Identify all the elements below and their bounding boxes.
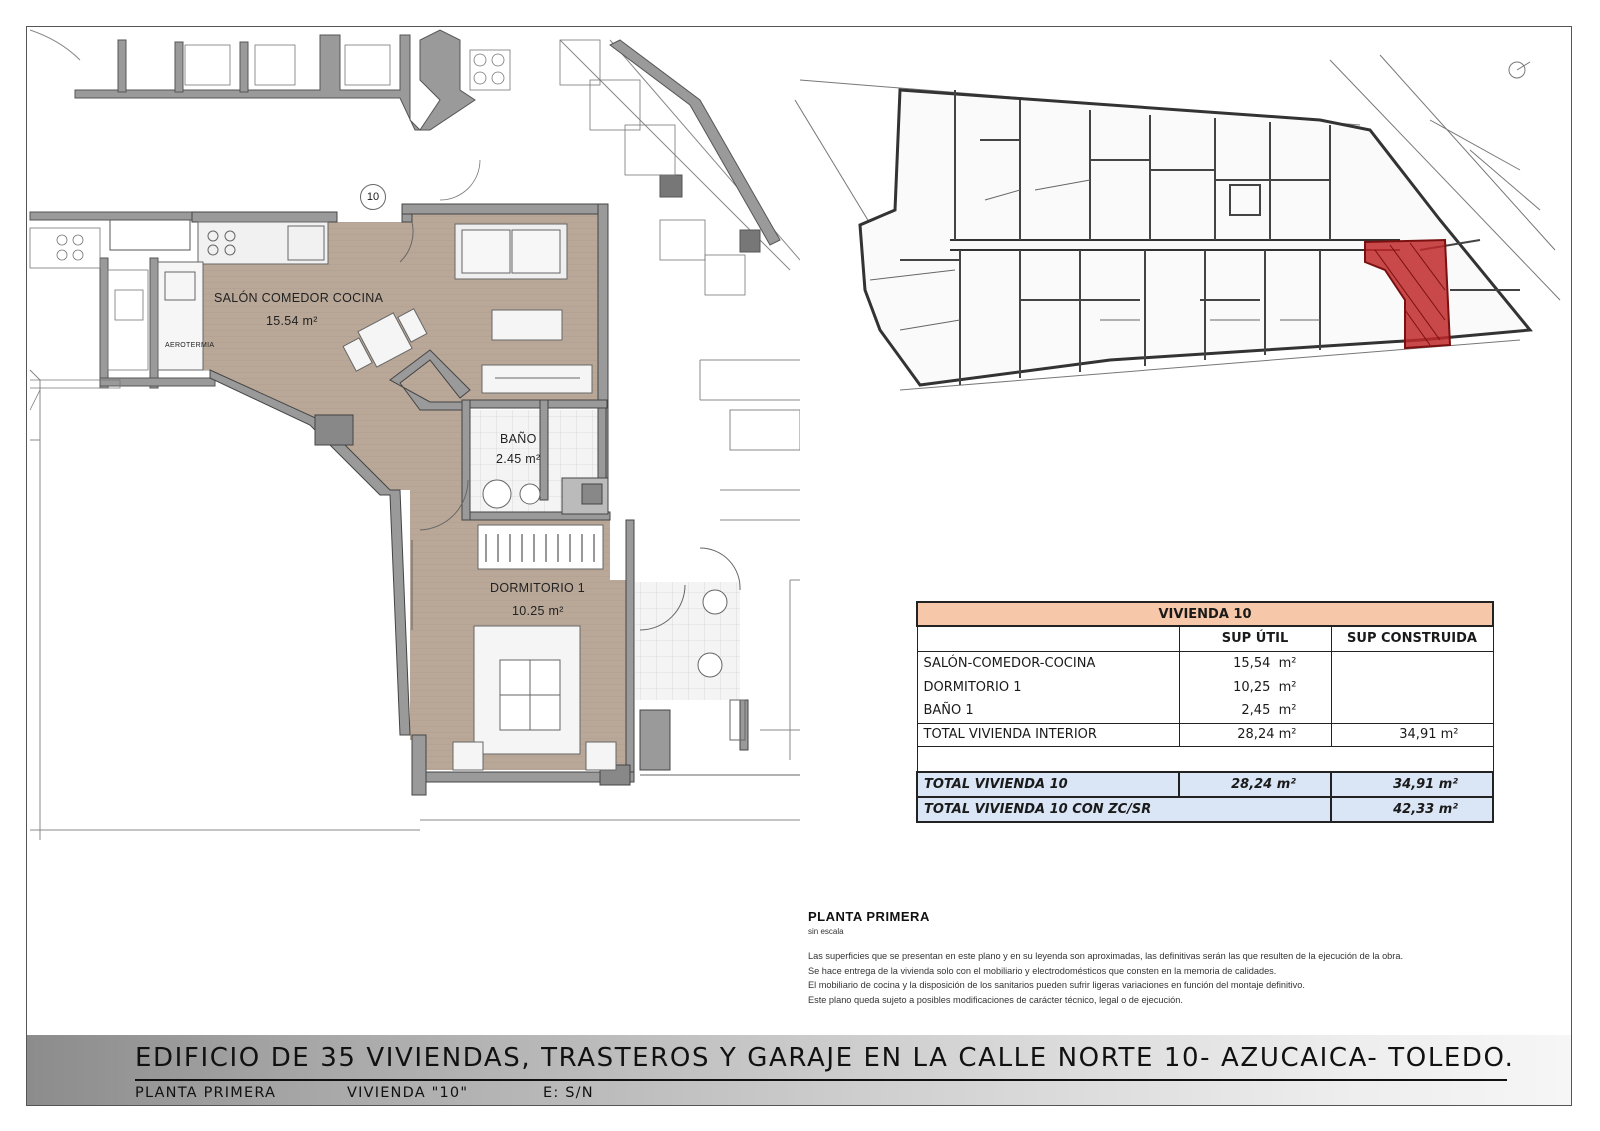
table-row-util: 15,54 m² <box>1178 651 1332 675</box>
title-banner: EDIFICIO DE 35 VIVIENDAS, TRASTEROS Y GA… <box>27 1035 1571 1105</box>
table-row-label: BAÑO 1 <box>916 699 1180 723</box>
table-row-label: SALÓN-COMEDOR-COCINA <box>916 651 1180 675</box>
key-plan <box>794 54 1561 391</box>
floor-label: PLANTA PRIMERA <box>135 1085 277 1101</box>
notes-line: El mobiliario de cocina y la disposición… <box>808 980 1305 990</box>
project-title: EDIFICIO DE 35 VIVIENDAS, TRASTEROS Y GA… <box>135 1043 1515 1073</box>
table-header-blank <box>916 626 1180 652</box>
plan-notes: PLANTA PRIMERA sin escala Las superficie… <box>808 909 1548 1007</box>
total-vivienda-label: TOTAL VIVIENDA 10 <box>916 771 1180 798</box>
unit-label: VIVIENDA "10" <box>347 1085 469 1101</box>
table-row-label: DORMITORIO 1 <box>916 675 1180 699</box>
table-row-construida <box>1330 651 1494 675</box>
area-table: VIVIENDA 10 SUP ÚTIL SUP CONSTRUIDA SALÓ… <box>916 601 1494 823</box>
col-header-util: SUP ÚTIL <box>1178 625 1332 652</box>
total-zc-construida: 42,33 m² <box>1330 796 1494 823</box>
table-row-construida <box>1330 699 1494 723</box>
title-rule <box>135 1079 1507 1081</box>
total-vivienda-util: 28,24 m² <box>1178 771 1332 798</box>
notes-subtitle: sin escala <box>808 926 844 936</box>
notes-line: Este plano queda sujeto a posibles modif… <box>808 994 1183 1005</box>
col-header-construida: SUP CONSTRUIDA <box>1330 625 1494 652</box>
notes-line: Se hace entrega de la vivienda solo con … <box>808 965 1277 976</box>
room-area-dormitorio: 10.25 m² <box>512 604 564 618</box>
notes-line: Las superficies que se presentan en este… <box>808 951 1404 961</box>
total-interior-util: 28,24 m² <box>1178 722 1332 747</box>
room-name-dormitorio: DORMITORIO 1 <box>490 581 586 595</box>
table-row-util: 2,45 m² <box>1178 699 1332 723</box>
total-zc-label: TOTAL VIVIENDA 10 CON ZC/SR <box>916 796 1332 823</box>
room-area-bano: 2.45 m² <box>496 452 541 466</box>
total-vivienda-construida: 34,91 m² <box>1330 771 1494 798</box>
table-title: VIVIENDA 10 <box>916 601 1494 627</box>
table-spacer <box>916 746 1494 772</box>
scale-label: E: S/N <box>543 1085 594 1101</box>
notes-title: PLANTA PRIMERA <box>808 909 930 924</box>
total-interior-construida: 34,91 m² <box>1330 722 1494 747</box>
table-row-util: 10,25 m² <box>1178 675 1332 699</box>
table-row-construida <box>1330 675 1494 699</box>
total-interior-label: TOTAL VIVIENDA INTERIOR <box>916 722 1180 747</box>
room-name-bano: BAÑO <box>500 432 537 446</box>
